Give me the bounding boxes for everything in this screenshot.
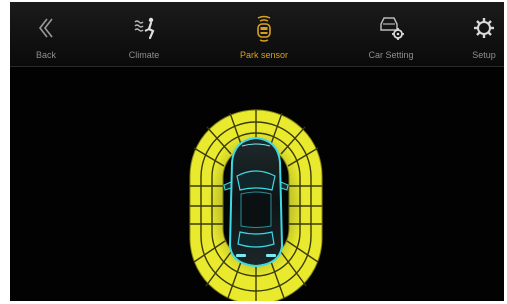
back-label: Back (35, 50, 56, 60)
parking-sensor-graphic (189, 109, 323, 301)
park-sensor-icon (257, 15, 271, 42)
car-setting-button[interactable]: Car Setting (356, 2, 426, 66)
gear-icon (474, 18, 494, 38)
park-sensor-label: Park sensor (239, 50, 289, 60)
car-top-view-icon (223, 136, 289, 268)
back-button[interactable]: Back (24, 2, 68, 66)
climate-button[interactable]: Climate (114, 2, 174, 66)
back-chevron-icon (38, 18, 53, 38)
climate-label: Climate (128, 50, 160, 60)
car-settings-icon (380, 17, 404, 40)
car-setting-label: Car Setting (368, 50, 414, 60)
park-sensor-screen: Back Climate Park sensor Car Setting Set… (10, 2, 504, 301)
setup-button[interactable]: Setup (464, 2, 504, 66)
top-navigation-bar: Back Climate Park sensor Car Setting Set… (10, 2, 504, 67)
parking-sensor-display (10, 66, 504, 301)
climate-airflow-icon (134, 17, 155, 40)
park-sensor-tab[interactable]: Park sensor (228, 2, 300, 66)
setup-label: Setup (472, 50, 496, 60)
